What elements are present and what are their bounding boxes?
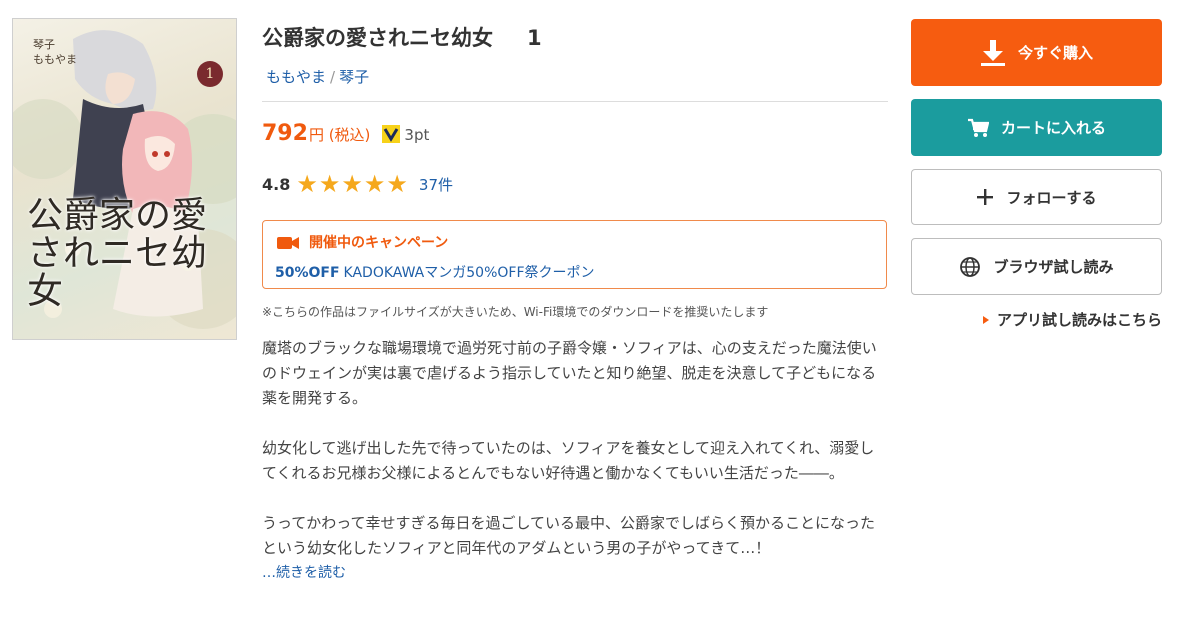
download-icon [980,39,1006,67]
rating-stars: ★ ★ ★ ★ ★ [296,172,409,196]
v-point-icon [382,125,401,143]
globe-icon [959,256,981,278]
megaphone-icon [277,235,299,249]
review-count-link[interactable]: 37件 [419,174,453,195]
star-icon: ★ [341,170,363,198]
campaign-discount: 50%OFF [275,265,340,281]
star-icon: ★ [296,170,318,198]
file-size-note: ※こちらの作品はファイルサイズが大きいため、Wi-Fi環境でのダウンロードを推奨… [262,305,769,319]
campaign-link[interactable]: 50%OFF KADOKAWAマンガ50%OFF祭クーポン [275,262,595,282]
cover-volume-badge: 1 [197,61,223,87]
rating-row: 4.8 ★ ★ ★ ★ ★ 37件 [262,172,453,196]
star-icon: ★ [386,170,408,198]
author-link[interactable]: ももやま [266,68,326,86]
description-paragraph: 魔塔のブラックな職場環境で過労死寸前の子爵令嬢・ソフィアは、心の支えだった魔法使… [262,339,877,407]
author-link[interactable]: 琴子 [339,68,369,86]
book-cover-image[interactable]: 琴子 ももやま 1 公爵家の愛されニセ幼女 [12,18,237,340]
cart-icon [967,118,989,138]
book-volume: 1 [527,26,542,50]
price-amount: 792 [262,121,308,146]
browser-preview-label: ブラウザ試し読み [993,258,1114,276]
browser-preview-button[interactable]: ブラウザ試し読み [911,238,1162,295]
add-to-cart-label: カートに入れる [1000,119,1106,137]
app-preview-label: アプリ試し読みはこちら [996,311,1162,329]
book-title: 公爵家の愛されニセ幼女 1 [262,22,542,52]
cover-title-text: 公爵家の愛されニセ幼女 [27,195,208,312]
buy-now-label: 今すぐ購入 [1017,44,1093,62]
author-separator: / [330,68,336,86]
star-icon: ★ [318,170,341,198]
book-description: 魔塔のブラックな職場環境で過労死寸前の子爵令嬢・ソフィアは、心の支えだった魔法使… [262,336,888,586]
plus-icon [976,188,994,206]
campaign-header: 開催中のキャンペーン [277,232,448,252]
points-text: 3pt [404,126,430,144]
price-unit: 円 (税込) [308,126,371,144]
campaign-heading: 開催中のキャンペーン [309,235,449,251]
divider [262,101,888,102]
app-preview-link[interactable]: アプリ試し読みはこちら [982,309,1162,330]
campaign-box: 開催中のキャンペーン 50%OFF KADOKAWAマンガ50%OFF祭クーポン [262,220,887,289]
description-paragraph: うってかわって幸せすぎる毎日を過ごしている最中、公爵家でしばらく預かることになっ… [262,514,876,557]
star-icon: ★ [363,170,386,198]
book-title-text: 公爵家の愛されニセ幼女 [262,26,493,50]
campaign-name[interactable]: KADOKAWAマンガ50%OFF祭クーポン [344,265,595,281]
buy-now-button[interactable]: 今すぐ購入 [911,19,1162,86]
description-paragraph: 幼女化して逃げ出した先で待っていたのは、ソフィアを養女として迎え入れてくれ、溺愛… [262,439,875,482]
cover-author-text: 琴子 ももやま [33,38,77,66]
follow-label: フォローする [1006,188,1097,207]
add-to-cart-button[interactable]: カートに入れる [911,99,1162,156]
arrow-right-icon [982,315,989,324]
rating-value: 4.8 [262,174,291,194]
follow-button[interactable]: フォローする [911,169,1162,225]
author-list: ももやま / 琴子 [266,66,369,87]
read-more-link[interactable]: …続きを読む [262,561,888,586]
price-row: 792 円 (税込) 3pt [262,121,429,146]
